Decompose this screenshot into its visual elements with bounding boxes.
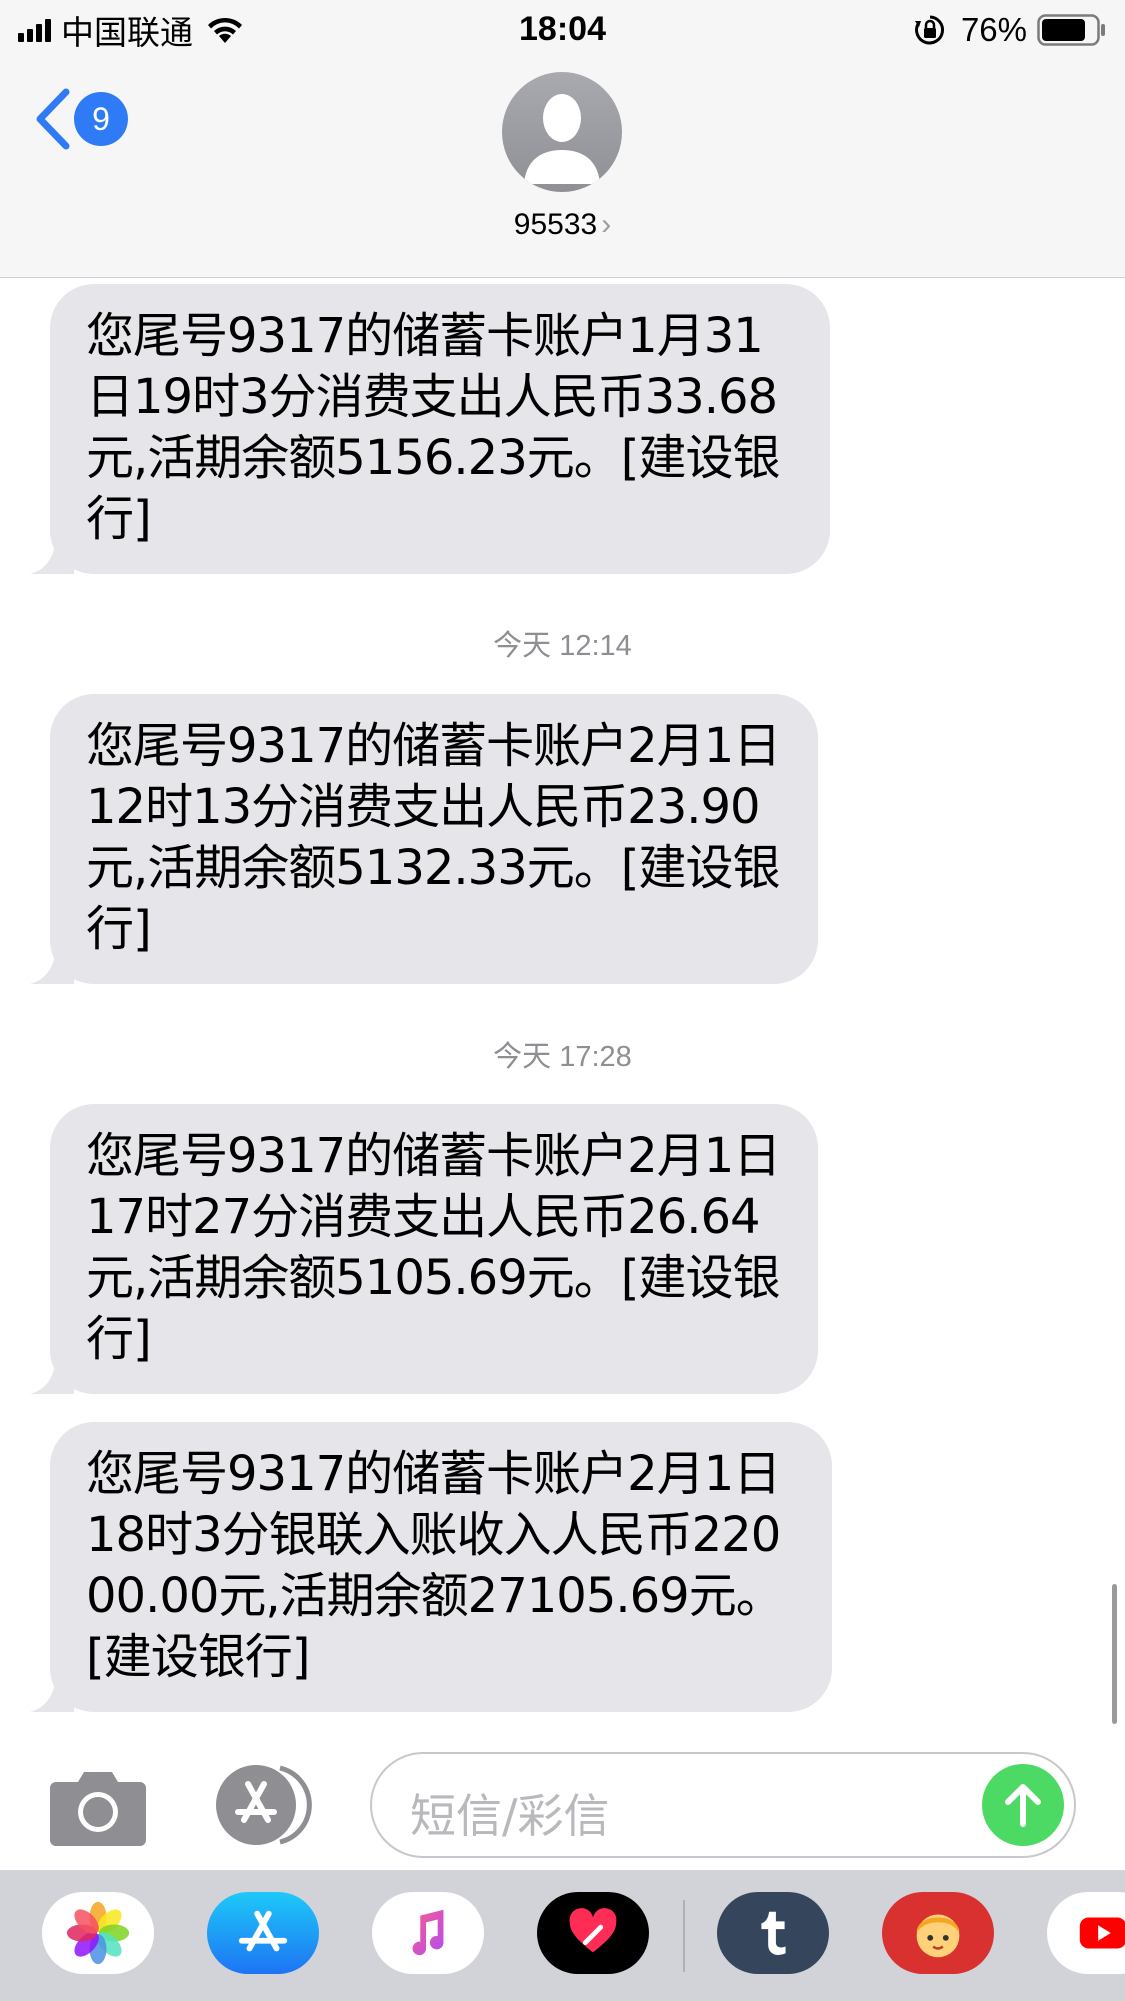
unread-count-badge: 9 (74, 92, 128, 146)
sticker-icon[interactable] (882, 1892, 994, 1974)
app-store-icon[interactable] (207, 1892, 319, 1974)
conversation-header: 9 95533 › (0, 60, 1125, 278)
contact-number: 95533 (513, 208, 598, 241)
compose-bar: 短信/彩信 (0, 1740, 1125, 1870)
youtube-icon[interactable] (1047, 1892, 1125, 1974)
music-icon[interactable] (372, 1892, 484, 1974)
scroll-indicator[interactable] (1112, 1584, 1117, 1724)
app-drawer (0, 1870, 1125, 2001)
contact-avatar[interactable] (502, 72, 622, 192)
chevron-right-icon: › (601, 208, 612, 241)
message-text: 您尾号9317的储蓄卡账户2月1日17时27分消费支出人民币26.64元,活期余… (86, 1128, 781, 1367)
message-list[interactable]: 您尾号9317的储蓄卡账户1月31日19时3分消费支出人民币33.68元,活期余… (0, 279, 1125, 1739)
bubble-tail (30, 944, 74, 984)
app-store-icon[interactable] (210, 1762, 318, 1848)
message-bubble[interactable]: 您尾号9317的储蓄卡账户2月1日12时13分消费支出人民币23.90元,活期余… (30, 694, 818, 984)
message-text: 您尾号9317的储蓄卡账户1月31日19时3分消费支出人民币33.68元,活期余… (86, 308, 780, 547)
send-button[interactable] (982, 1764, 1064, 1846)
message-timestamp: 今天 17:28 (493, 1041, 632, 1073)
message-bubble[interactable]: 您尾号9317的储蓄卡账户2月1日18时3分银联入账收入人民币22000.00元… (30, 1422, 832, 1712)
message-input-placeholder: 短信/彩信 (410, 1789, 610, 1843)
battery-percent: 76% (960, 11, 1027, 48)
message-bubble[interactable]: 您尾号9317的储蓄卡账户1月31日19时3分消费支出人民币33.68元,活期余… (30, 284, 830, 574)
photos-icon[interactable] (42, 1892, 154, 1974)
tumblr-icon[interactable] (717, 1892, 829, 1974)
bubble-tail (30, 1354, 74, 1394)
status-right: 76% (913, 11, 1107, 48)
message-input[interactable]: 短信/彩信 (370, 1752, 1076, 1858)
orientation-lock-icon (914, 15, 944, 45)
person-silhouette-icon (524, 94, 600, 184)
arrow-up-icon (1005, 1784, 1041, 1827)
chevron-left-icon (36, 88, 70, 150)
message-bubble[interactable]: 您尾号9317的储蓄卡账户2月1日17时27分消费支出人民币26.64元,活期余… (30, 1104, 818, 1394)
message-text: 您尾号9317的储蓄卡账户2月1日18时3分银联入账收入人民币22000.00元… (86, 1446, 784, 1685)
bubble-tail (30, 1672, 74, 1712)
battery-icon (1037, 14, 1105, 46)
back-button[interactable]: 9 (32, 88, 128, 150)
contact-name[interactable]: 95533 › (0, 208, 1125, 242)
message-text: 您尾号9317的储蓄卡账户2月1日12时13分消费支出人民币23.90元,活期余… (86, 718, 781, 957)
message-timestamp: 今天 12:14 (493, 630, 632, 662)
drawer-divider (683, 1900, 685, 1972)
digital-touch-icon[interactable] (537, 1892, 649, 1974)
camera-icon[interactable] (50, 1768, 146, 1846)
bubble-tail (30, 534, 74, 574)
status-bar: 中国联通 18:04 76% (0, 0, 1125, 60)
